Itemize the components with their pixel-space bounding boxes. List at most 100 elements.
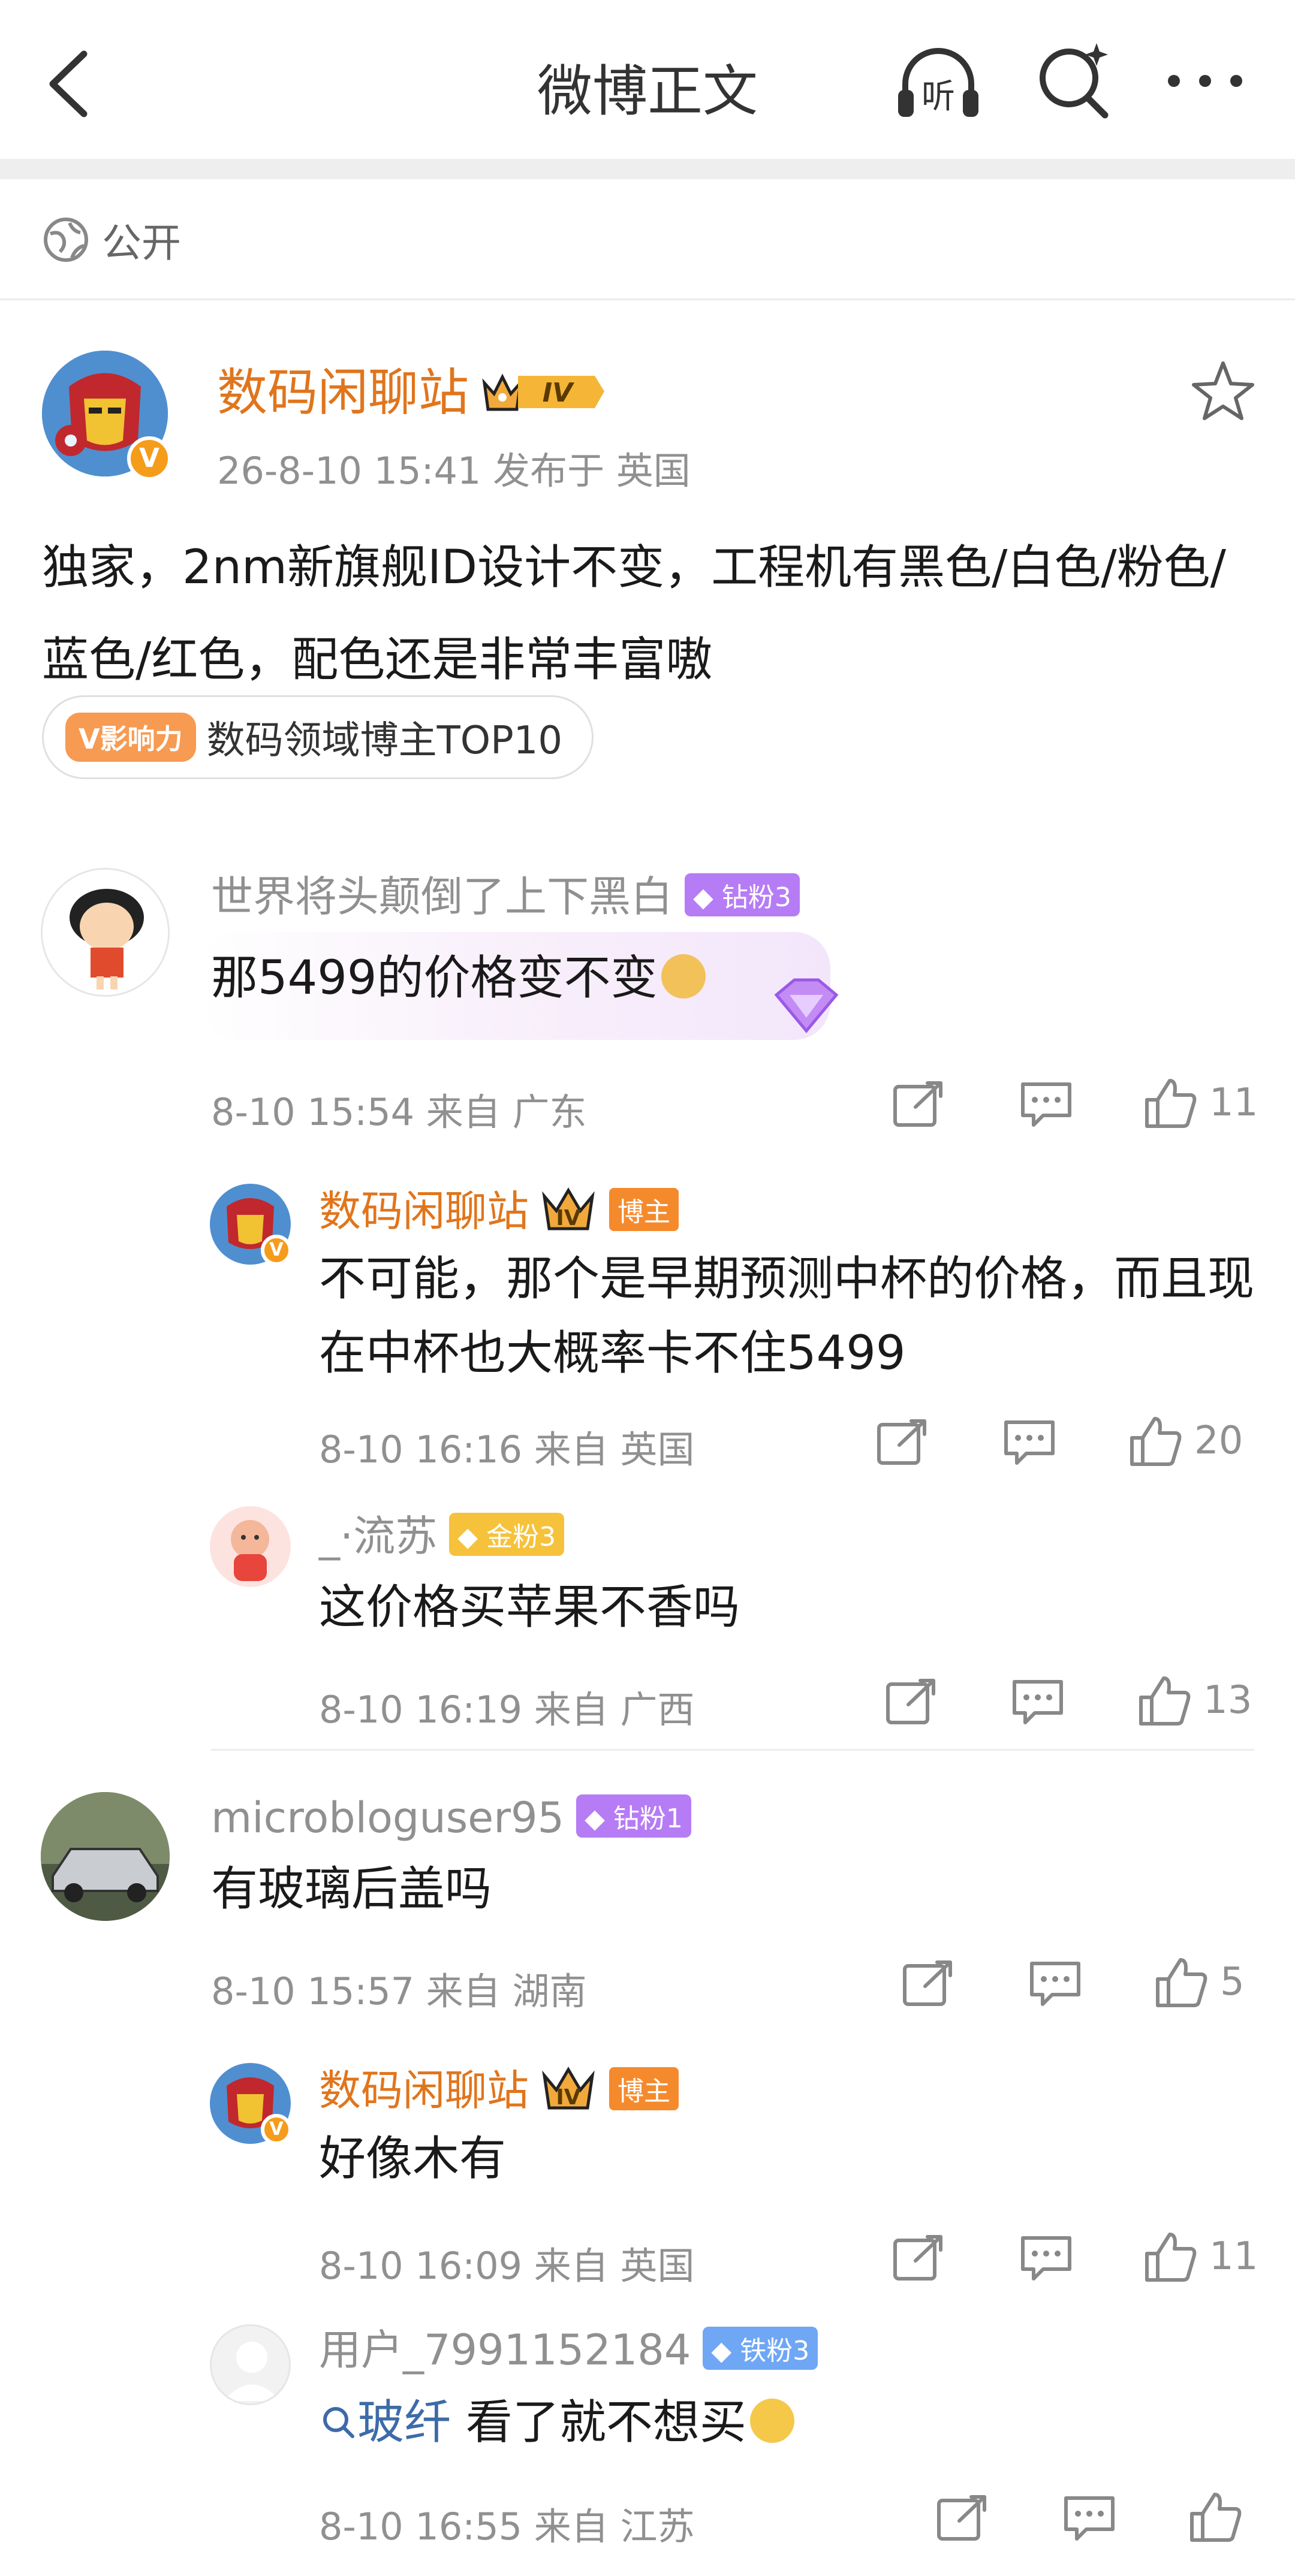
reply-text: 这价格买苹果不香吗 — [319, 1580, 740, 1634]
more-dots-icon[interactable] — [1163, 69, 1247, 93]
avatar[interactable] — [41, 1792, 170, 1921]
fan-badge-label: 金粉3 — [486, 1521, 556, 1552]
car-photo-avatar-art — [41, 1792, 170, 1921]
visibility-label: 公开 — [102, 220, 181, 266]
share-button[interactable] — [935, 2494, 989, 2542]
comment-author-name[interactable]: microbloguser95 — [211, 1793, 564, 1842]
level-label: IV — [543, 378, 574, 408]
post-body-text: 独家，2nm新旗舰ID设计不变，工程机有黑色/白色/粉色/蓝色/红色，配色还是非… — [42, 541, 1226, 687]
share-icon — [886, 1679, 935, 1724]
level-crown-icon: IV — [542, 2067, 595, 2110]
doge-emoji-icon — [661, 954, 706, 999]
fan-badge: ◆ 金粉3 — [449, 1512, 565, 1556]
reply-button[interactable] — [1019, 2234, 1073, 2282]
like-count: 13 — [1203, 1678, 1252, 1723]
post-author-row: 数码闲聊站 IV — [217, 352, 607, 425]
reply-author-row: 数码闲聊站 IV 博主 — [319, 1178, 679, 1238]
search-topic-link[interactable]: 玻纤 — [319, 2396, 451, 2450]
reply-button[interactable] — [1062, 2494, 1116, 2542]
like-button[interactable]: 11 — [1143, 1076, 1258, 1130]
like-count: 11 — [1209, 2234, 1258, 2279]
comment-author-name[interactable]: 世界将头颠倒了上下黑白 — [211, 872, 673, 921]
share-button[interactable] — [892, 1081, 945, 1129]
avatar[interactable] — [210, 2324, 291, 2405]
thumbs-up-icon — [1130, 1417, 1182, 1466]
cartoon-girl-avatar-art — [43, 870, 168, 995]
author-role-badge: 博主 — [609, 2067, 679, 2110]
search-term: 玻纤 — [357, 2396, 451, 2450]
fan-badge: ◆ 钻粉3 — [685, 873, 800, 916]
fan-badge-label: 铁粉3 — [740, 2335, 810, 2366]
level-crown-icon: IV — [482, 373, 605, 411]
like-count: 11 — [1209, 1081, 1258, 1125]
comment-author-row: microbloguser95 ◆ 钻粉1 — [211, 1793, 691, 1842]
reply-button[interactable] — [1019, 1081, 1073, 1129]
divider — [0, 298, 1295, 300]
thumbs-up-icon — [1145, 2233, 1197, 2282]
fan-badge: ◆ 钻粉1 — [576, 1794, 691, 1838]
like-button[interactable]: 13 — [1137, 1673, 1252, 1727]
avatar[interactable] — [210, 1506, 291, 1587]
reply-text: 好像木有 — [319, 2132, 507, 2186]
comment-meta: 8-10 15:54 来自 广东 — [211, 1090, 587, 1134]
like-button[interactable]: 5 — [1154, 1955, 1245, 2009]
influence-tag-pill[interactable]: V影响力 数码领域博主TOP10 — [42, 695, 594, 779]
share-icon — [893, 1081, 942, 1127]
comment-text: 那5499的价格变不变 — [211, 951, 658, 1005]
reply-meta: 8-10 16:55 来自 江苏 — [319, 2505, 695, 2548]
reply-text: 看了就不想买 — [465, 2396, 746, 2450]
like-button[interactable] — [1188, 2490, 1254, 2544]
share-button[interactable] — [884, 1678, 938, 1726]
search-icon — [323, 2406, 354, 2438]
reply-author-name[interactable]: _·流苏 — [319, 1512, 437, 1561]
share-icon — [903, 1960, 952, 2006]
reply-meta: 8-10 16:16 来自 英国 — [319, 1428, 695, 1471]
star-outline-icon[interactable] — [1190, 360, 1256, 423]
share-button[interactable] — [901, 1960, 955, 2008]
comment-author-row: 世界将头颠倒了上下黑白 ◆ 钻粉3 — [211, 863, 800, 924]
reply-meta: 8-10 16:19 来自 广西 — [319, 1688, 695, 1732]
influence-label: 数码领域博主TOP10 — [206, 719, 563, 763]
crying-emoji-icon — [749, 2398, 794, 2443]
reply-author-name[interactable]: 数码闲聊站 — [319, 1187, 529, 1236]
search-sparkle-icon[interactable] — [1034, 41, 1112, 119]
reply-text-row: 玻纤 看了就不想买 — [319, 2385, 794, 2460]
like-button[interactable]: 20 — [1128, 1414, 1243, 1468]
reply-author-name[interactable]: 数码闲聊站 — [319, 2066, 529, 2115]
level-label: IV — [556, 1206, 580, 1230]
globe-icon — [44, 218, 88, 262]
reply-meta: 8-10 16:09 来自 英国 — [319, 2244, 695, 2288]
share-icon — [937, 2495, 986, 2541]
comment-icon — [1030, 1962, 1080, 2006]
cartoon-avatar-art — [231, 1520, 269, 1581]
reply-button[interactable] — [1011, 1678, 1065, 1726]
comment-icon — [1021, 2236, 1071, 2281]
listen-headphones-icon[interactable]: 听 — [893, 42, 983, 120]
comment-meta: 8-10 15:57 来自 湖南 — [211, 1969, 587, 2013]
reply-button[interactable] — [1002, 1419, 1056, 1467]
share-icon — [877, 1419, 926, 1465]
level-label: IV — [556, 2085, 580, 2110]
author-role-badge: 博主 — [609, 1187, 679, 1231]
visibility-row: 公开 — [42, 213, 181, 267]
thumbs-up-icon — [1156, 1958, 1207, 2007]
thumbs-up-icon — [1139, 1676, 1191, 1726]
share-button[interactable] — [875, 1419, 929, 1467]
top-nav-bar: 微博正文 听 — [0, 0, 1295, 159]
share-button[interactable] — [892, 2234, 945, 2282]
comment-icon — [1021, 1082, 1071, 1127]
post-author-name[interactable]: 数码闲聊站 — [217, 363, 469, 422]
diamond-gem-icon — [774, 978, 839, 1033]
reply-button[interactable] — [1028, 1960, 1082, 2008]
comment-text-row: 那5499的价格变不变 — [211, 941, 706, 1015]
influence-badge: V影响力 — [65, 713, 196, 762]
fan-badge-label: 钻粉3 — [721, 882, 791, 913]
avatar[interactable] — [41, 868, 170, 997]
fan-badge: ◆ 铁粉3 — [703, 2326, 818, 2370]
reply-author-name[interactable]: 用户_7991152184 — [319, 2325, 691, 2375]
reply-text: 不可能，那个是早期预测中杯的价格，而且现在中杯也大概率卡不住5499 — [319, 1252, 1255, 1380]
comment-icon — [1004, 1420, 1055, 1465]
like-count: 20 — [1194, 1419, 1243, 1463]
like-button[interactable]: 11 — [1143, 2230, 1258, 2284]
reply-author-row: 数码闲聊站 IV 博主 — [319, 2057, 679, 2117]
